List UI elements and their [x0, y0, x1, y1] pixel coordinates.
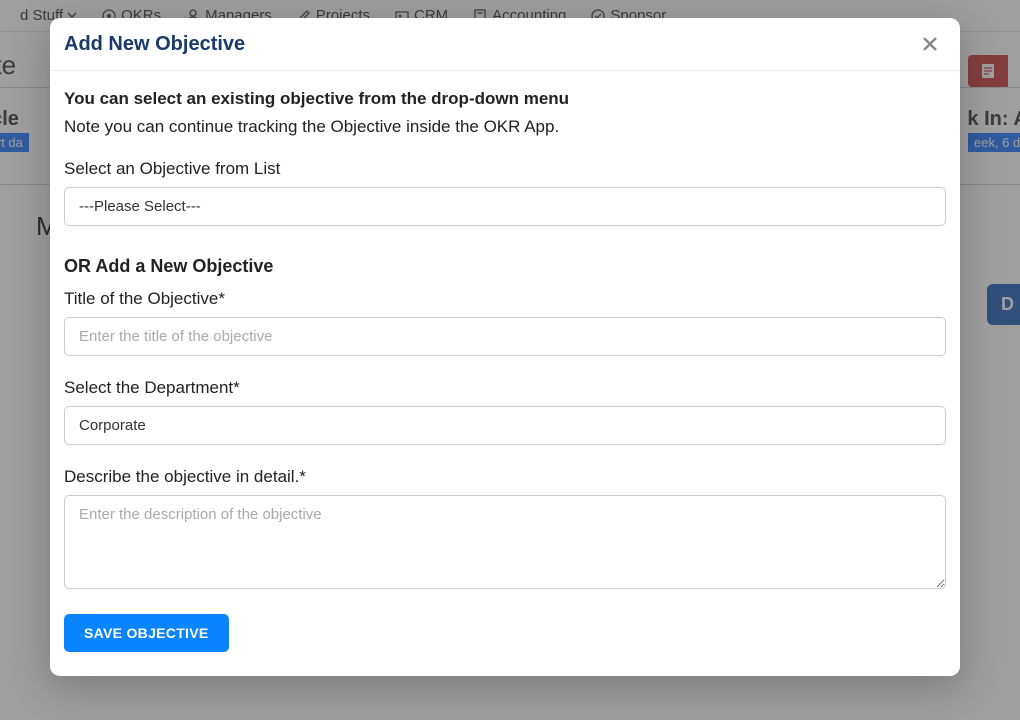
close-button[interactable]	[918, 32, 942, 56]
objective-title-input[interactable]	[64, 317, 946, 356]
select-objective-label: Select an Objective from List	[64, 159, 946, 179]
or-add-heading: OR Add a New Objective	[64, 256, 946, 277]
modal-body: You can select an existing objective fro…	[50, 71, 960, 676]
objective-description-textarea[interactable]	[64, 495, 946, 589]
note-text: Note you can continue tracking the Objec…	[64, 117, 946, 137]
department-label: Select the Department*	[64, 378, 946, 398]
existing-objective-heading: You can select an existing objective fro…	[64, 89, 946, 109]
department-select[interactable]: Corporate	[64, 406, 946, 445]
description-label: Describe the objective in detail.*	[64, 467, 946, 487]
objective-select[interactable]: ---Please Select---	[64, 187, 946, 226]
modal-title: Add New Objective	[64, 33, 245, 56]
add-objective-modal: Add New Objective You can select an exis…	[50, 18, 960, 676]
save-objective-button[interactable]: SAVE OBJECTIVE	[64, 614, 229, 652]
close-icon	[920, 34, 940, 54]
title-label: Title of the Objective*	[64, 289, 946, 309]
modal-header: Add New Objective	[50, 18, 960, 71]
